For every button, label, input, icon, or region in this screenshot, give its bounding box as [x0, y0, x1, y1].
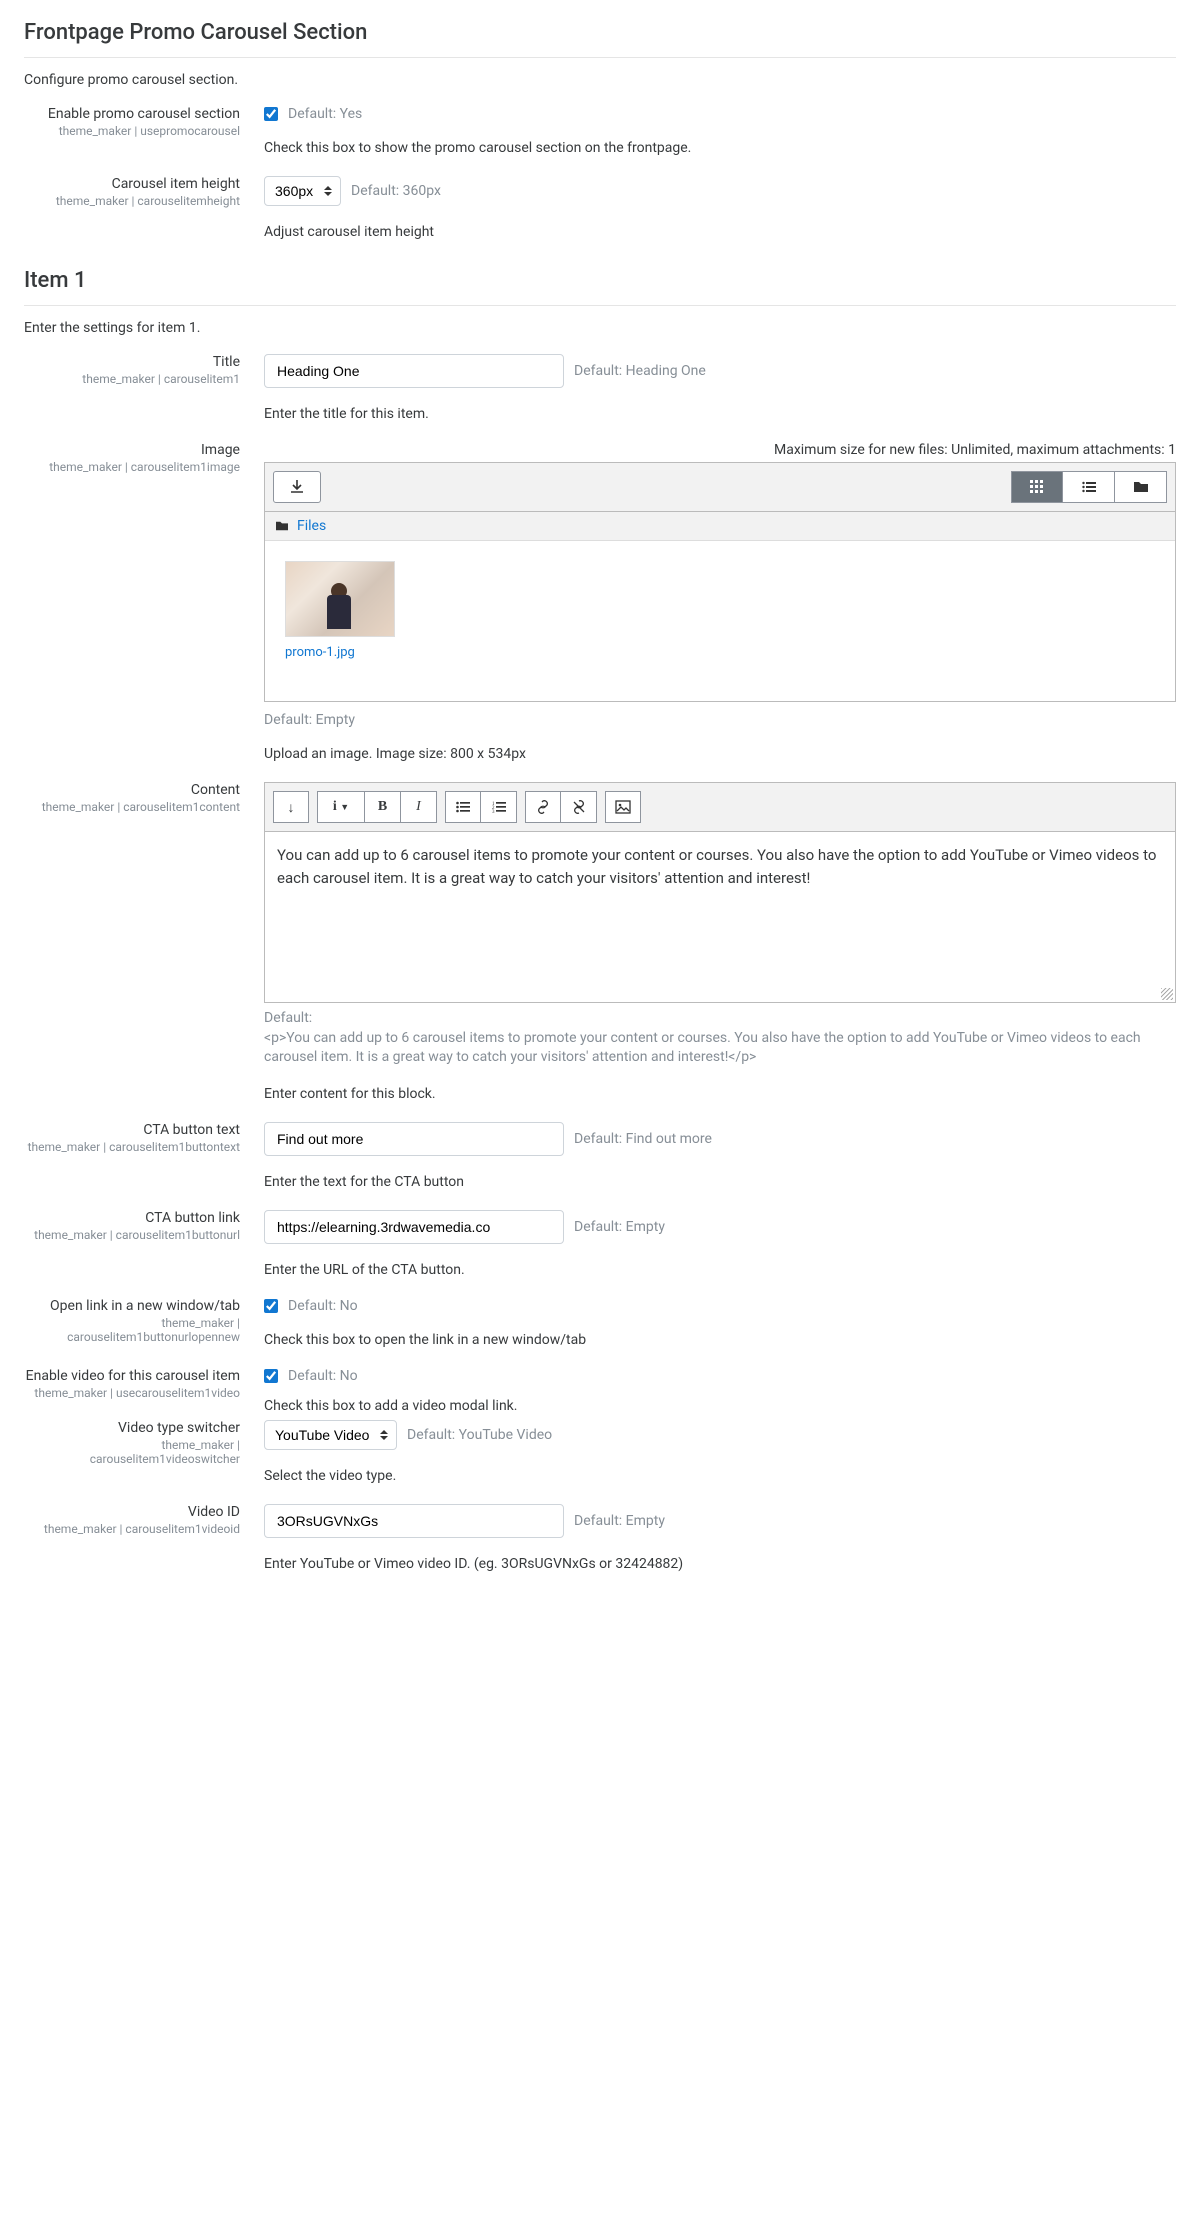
title-label: Title [24, 354, 240, 370]
cta-link-label: CTA button link [24, 1210, 240, 1226]
video-id-label: Video ID [24, 1504, 240, 1520]
video-type-hint: Default: YouTube Video [407, 1427, 552, 1443]
arrow-down-icon: ↓ [288, 799, 295, 815]
enable-hint: Default: Yes [288, 106, 362, 122]
folder-icon [275, 520, 289, 532]
view-list-button[interactable] [1063, 471, 1115, 503]
link-icon [536, 800, 550, 814]
video-id-hint: Default: Empty [574, 1513, 665, 1529]
view-grid-button[interactable] [1011, 471, 1063, 503]
video-enable-sublabel: theme_maker | usecarouselitem1video [24, 1386, 240, 1400]
unlink-icon [572, 800, 586, 814]
cta-link-help: Enter the URL of the CTA button. [264, 1262, 1176, 1278]
add-file-button[interactable] [273, 471, 321, 503]
editor-styles-button[interactable]: i ▼ [317, 791, 365, 823]
file-name[interactable]: promo-1.jpg [285, 645, 1155, 660]
editor-ol-button[interactable]: 123 [481, 791, 517, 823]
openwin-sublabel: theme_maker | carouselitem1buttonurlopen… [24, 1316, 240, 1344]
editor-expand-button[interactable]: ↓ [273, 791, 309, 823]
height-select[interactable]: 360px [264, 176, 341, 206]
image-hint: Default: Empty [264, 712, 1176, 728]
editor-image-button[interactable] [605, 791, 641, 823]
video-id-input[interactable] [264, 1504, 564, 1538]
file-manager: Files promo-1.jpg [264, 462, 1176, 702]
folder-icon [1133, 480, 1149, 494]
title-help: Enter the title for this item. [264, 406, 1176, 422]
numbered-list-icon: 123 [492, 801, 506, 813]
item-heading: Item 1 [24, 268, 1176, 293]
video-id-help: Enter YouTube or Vimeo video ID. (eg. 3O… [264, 1556, 1176, 1572]
height-help: Adjust carousel item height [264, 224, 1176, 240]
file-thumbnail[interactable] [285, 561, 395, 637]
video-id-sublabel: theme_maker | carouselitem1videoid [24, 1522, 240, 1536]
cta-link-input[interactable] [264, 1210, 564, 1244]
divider [24, 305, 1176, 306]
openwin-checkbox[interactable] [264, 1299, 278, 1313]
content-default-label: Default: [264, 1010, 312, 1026]
section-heading: Frontpage Promo Carousel Section [24, 20, 1176, 45]
editor-unlink-button[interactable] [561, 791, 597, 823]
grid-icon [1030, 480, 1044, 494]
list-icon [1082, 481, 1096, 493]
title-input[interactable] [264, 354, 564, 388]
video-enable-label: Enable video for this carousel item [24, 1368, 240, 1384]
resize-handle[interactable] [1161, 988, 1173, 1000]
video-type-help: Select the video type. [264, 1468, 1176, 1484]
editor-textarea[interactable]: You can add up to 6 carousel items to pr… [265, 832, 1175, 1002]
download-icon [289, 479, 305, 495]
cta-text-hint: Default: Find out more [574, 1131, 712, 1147]
section-description: Configure promo carousel section. [24, 72, 1176, 88]
enable-help: Check this box to show the promo carouse… [264, 140, 1176, 156]
files-breadcrumb-link[interactable]: Files [297, 518, 326, 534]
cta-link-sublabel: theme_maker | carouselitem1buttonurl [24, 1228, 240, 1242]
video-type-label: Video type switcher [24, 1420, 240, 1436]
image-sublabel: theme_maker | carouselitem1image [24, 460, 240, 474]
content-default-value: <p>You can add up to 6 carousel items to… [264, 1030, 1141, 1066]
editor-link-button[interactable] [525, 791, 561, 823]
content-label: Content [24, 782, 240, 798]
divider [24, 57, 1176, 58]
openwin-hint: Default: No [288, 1298, 358, 1314]
video-enable-checkbox[interactable] [264, 1369, 278, 1383]
chevron-down-icon: ▼ [340, 802, 349, 812]
content-sublabel: theme_maker | carouselitem1content [24, 800, 240, 814]
file-size-info: Maximum size for new files: Unlimited, m… [264, 442, 1176, 458]
cta-text-sublabel: theme_maker | carouselitem1buttontext [24, 1140, 240, 1154]
video-type-select[interactable]: YouTube Video [264, 1420, 397, 1450]
cta-link-hint: Default: Empty [574, 1219, 665, 1235]
item-description: Enter the settings for item 1. [24, 320, 1176, 336]
height-hint: Default: 360px [351, 183, 441, 199]
enable-checkbox[interactable] [264, 107, 278, 121]
rich-text-editor: ↓ i ▼BI 123 You can add up to 6 carousel… [264, 782, 1176, 1003]
content-help: Enter content for this block. [264, 1086, 1176, 1102]
height-sublabel: theme_maker | carouselitemheight [24, 194, 240, 208]
enable-sublabel: theme_maker | usepromocarousel [24, 124, 240, 138]
image-icon [615, 800, 631, 814]
openwin-help: Check this box to open the link in a new… [264, 1332, 1176, 1348]
openwin-label: Open link in a new window/tab [24, 1298, 240, 1314]
image-label: Image [24, 442, 240, 458]
enable-label: Enable promo carousel section [24, 106, 240, 122]
cta-text-label: CTA button text [24, 1122, 240, 1138]
cta-text-help: Enter the text for the CTA button [264, 1174, 1176, 1190]
video-enable-help: Check this box to add a video modal link… [264, 1398, 1176, 1414]
svg-text:3: 3 [492, 810, 495, 813]
editor-ul-button[interactable] [445, 791, 481, 823]
editor-italic-button[interactable]: I [401, 791, 437, 823]
view-folder-button[interactable] [1115, 471, 1167, 503]
title-hint: Default: Heading One [574, 363, 706, 379]
video-enable-hint: Default: No [288, 1368, 358, 1384]
height-label: Carousel item height [24, 176, 240, 192]
video-type-sublabel: theme_maker | carouselitem1videoswitcher [24, 1438, 240, 1466]
bullet-list-icon [456, 801, 470, 813]
thumbnail-image [286, 562, 394, 636]
image-help: Upload an image. Image size: 800 x 534px [264, 746, 1176, 762]
title-sublabel: theme_maker | carouselitem1 [24, 372, 240, 386]
editor-bold-button[interactable]: B [365, 791, 401, 823]
cta-text-input[interactable] [264, 1122, 564, 1156]
